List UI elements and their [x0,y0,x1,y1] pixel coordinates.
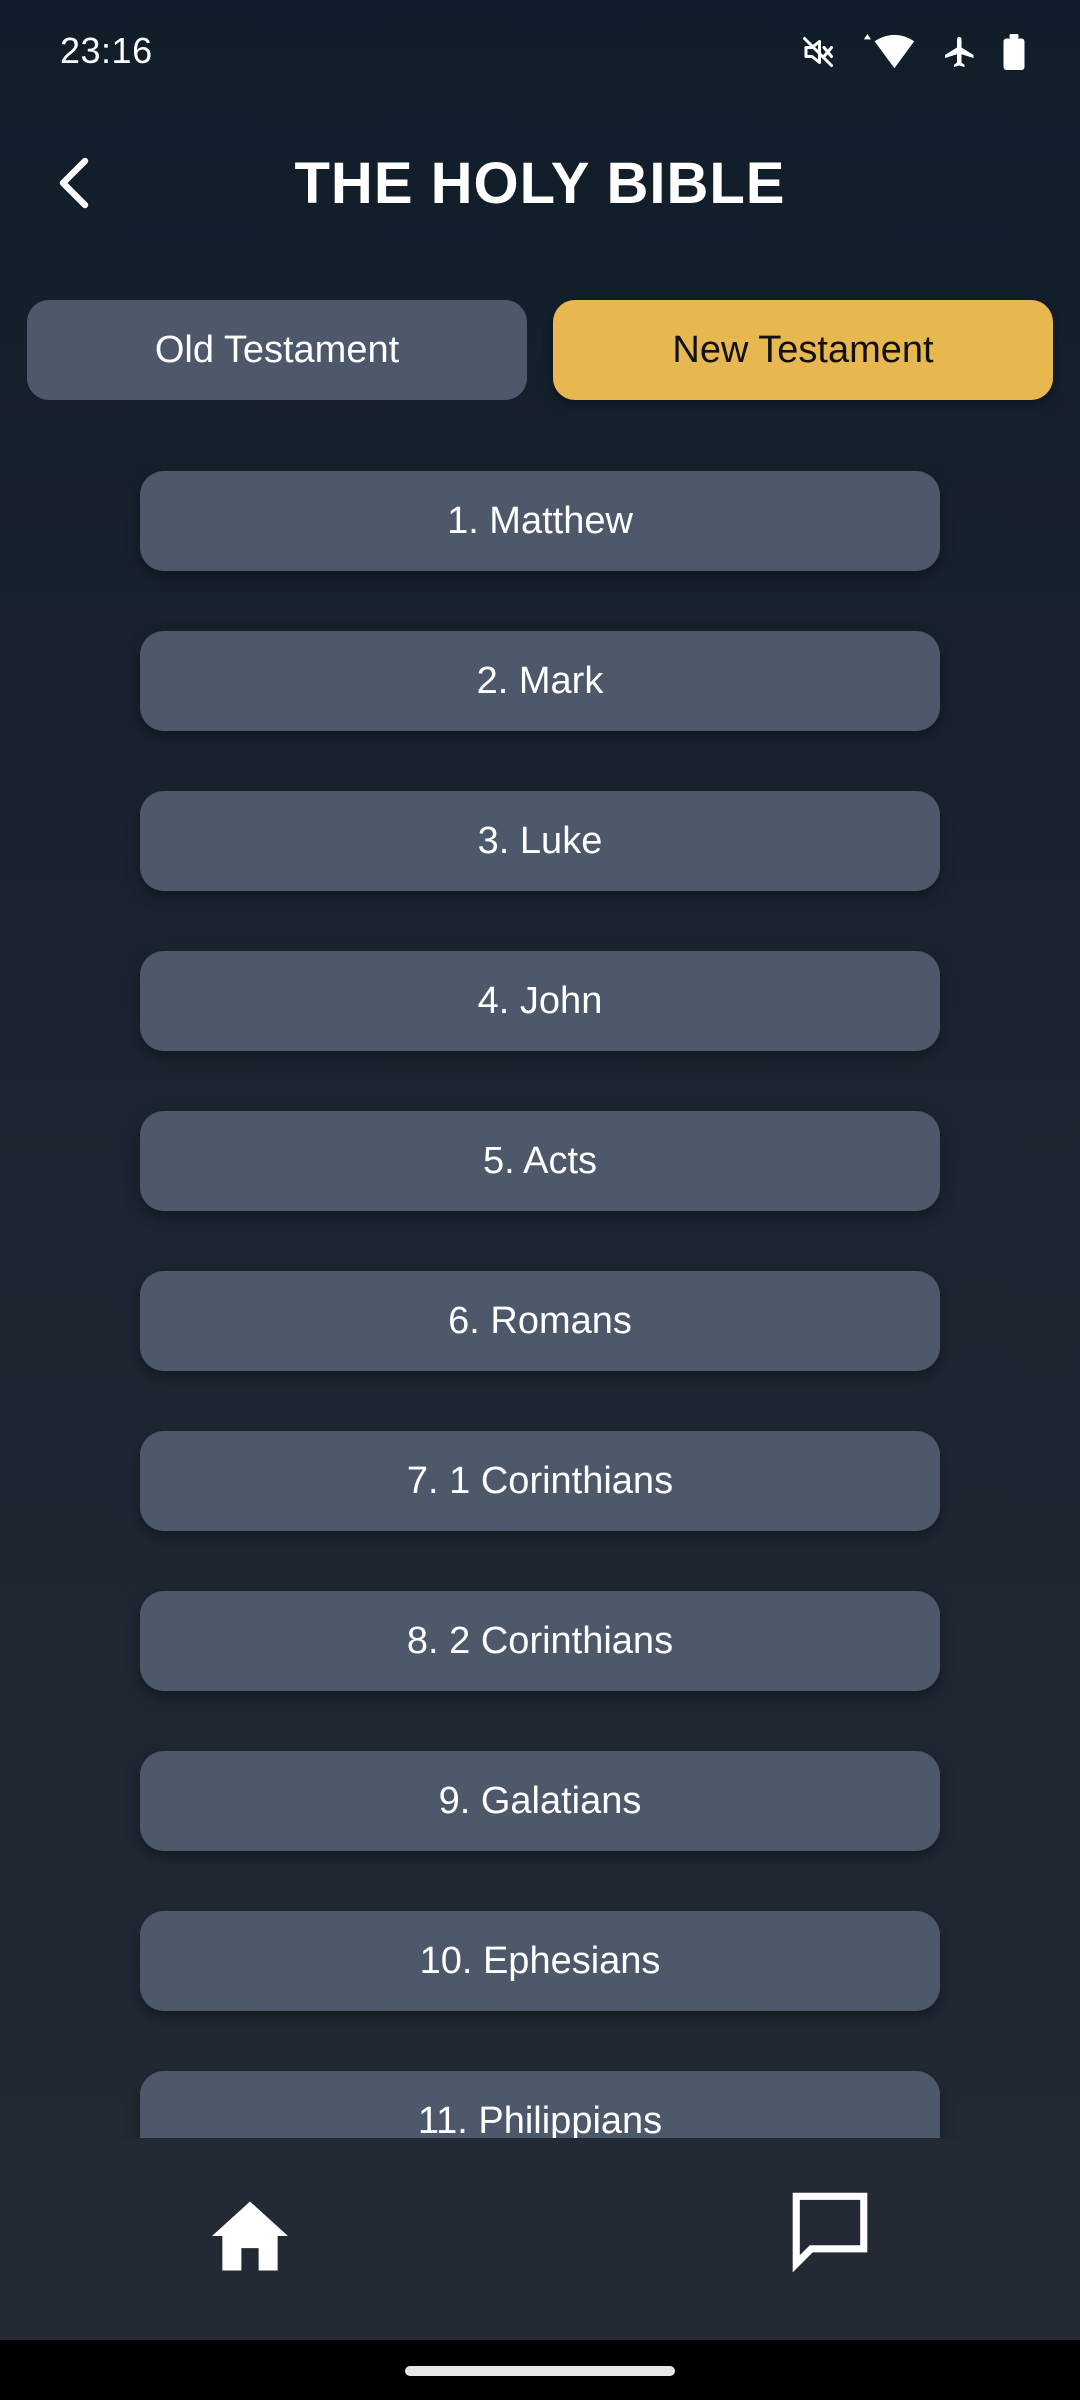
gesture-handle[interactable] [405,2366,675,2376]
mute-icon [800,34,836,70]
book-item-galatians[interactable]: 9. Galatians [140,1751,940,1851]
book-item-mark[interactable]: 2. Mark [140,631,940,731]
nav-home-button[interactable] [200,2188,300,2288]
nav-chat-button[interactable] [780,2182,880,2282]
book-item-luke[interactable]: 3. Luke [140,791,940,891]
book-item-john[interactable]: 4. John [140,951,940,1051]
status-icons [800,34,1026,70]
book-item-2-corinthians[interactable]: 8. 2 Corinthians [140,1591,940,1691]
tab-old-testament[interactable]: Old Testament [27,300,527,400]
screen: 23:16 THE HOLY BIBLE Old Testament New T… [0,0,1080,2400]
book-item-1-corinthians[interactable]: 7. 1 Corinthians [140,1431,940,1531]
page-title: THE HOLY BIBLE [294,151,786,216]
home-icon [208,2198,292,2279]
bottom-nav [0,2140,1080,2340]
book-item-matthew[interactable]: 1. Matthew [140,471,940,571]
battery-icon [1002,34,1026,70]
book-item-romans[interactable]: 6. Romans [140,1271,940,1371]
wifi-icon [860,34,918,70]
status-time: 23:16 [60,30,153,71]
tab-new-testament[interactable]: New Testament [553,300,1053,400]
header: THE HOLY BIBLE [0,130,1080,240]
testament-tabs: Old Testament New Testament [27,300,1053,400]
book-list[interactable]: 1. Matthew 2. Mark 3. Luke 4. John 5. Ac… [0,470,1080,2138]
chat-icon [785,2185,875,2280]
book-item-philippians[interactable]: 11. Philippians [140,2071,940,2138]
book-item-ephesians[interactable]: 10. Ephesians [140,1911,940,2011]
status-bar: 23:16 [0,0,1080,110]
gesture-area [0,2340,1080,2400]
airplane-icon [942,34,978,70]
book-item-acts[interactable]: 5. Acts [140,1111,940,1211]
